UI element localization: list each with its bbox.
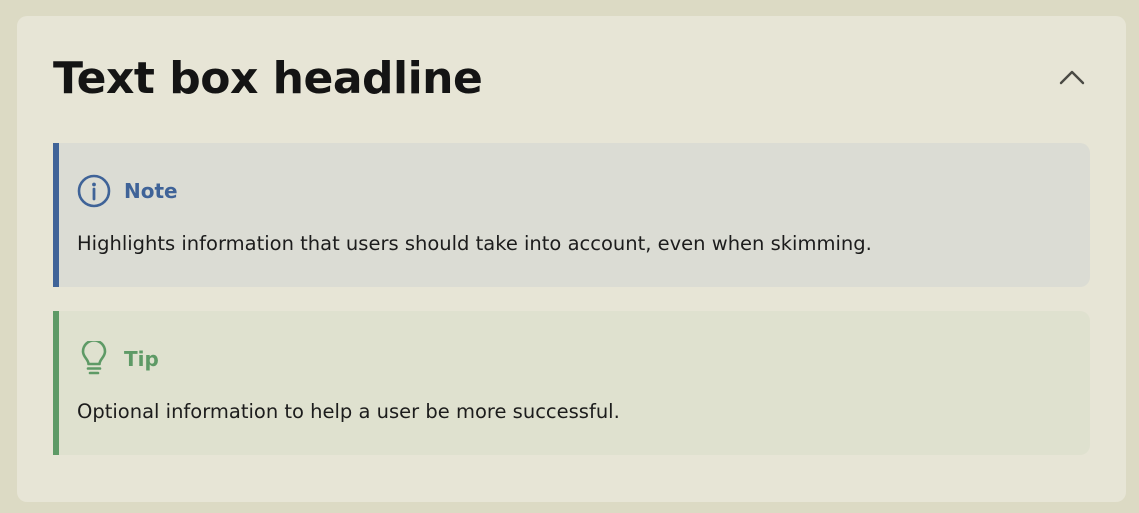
lightbulb-icon: [77, 341, 111, 376]
note-callout-header: Note: [77, 174, 178, 208]
note-title: Note: [124, 179, 178, 203]
chevron-up-icon: [1059, 69, 1085, 90]
collapse-button[interactable]: [1056, 64, 1088, 94]
text-box-card: Text box headline Note Highlights inform…: [17, 16, 1126, 502]
tip-body: Optional information to help a user be m…: [77, 400, 620, 423]
tip-callout-header: Tip: [77, 341, 159, 376]
tip-title: Tip: [124, 347, 159, 371]
tip-callout: Tip Optional information to help a user …: [53, 311, 1090, 455]
note-body: Highlights information that users should…: [77, 232, 872, 255]
info-icon: [77, 174, 111, 208]
note-callout: Note Highlights information that users s…: [53, 143, 1090, 287]
card-headline: Text box headline: [53, 53, 483, 104]
